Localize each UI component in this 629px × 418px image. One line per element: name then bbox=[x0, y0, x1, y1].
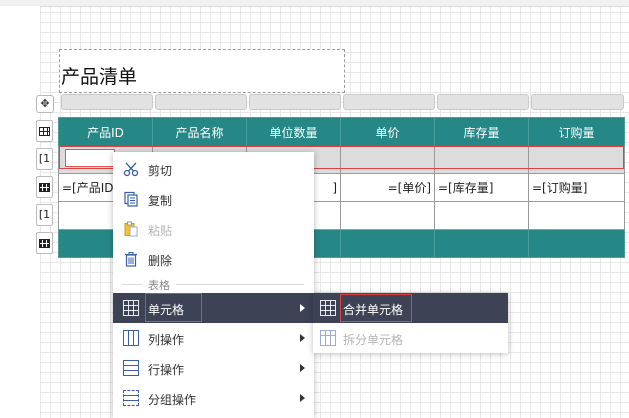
merge-cells-icon bbox=[320, 300, 336, 316]
scissors-icon bbox=[123, 161, 139, 177]
left-gutter bbox=[0, 6, 40, 418]
group-footer-cell[interactable] bbox=[528, 201, 625, 230]
menu-item-label: 列操作 bbox=[148, 333, 185, 347]
menu-separator bbox=[176, 284, 304, 285]
trash-icon bbox=[123, 251, 139, 267]
menu-item-label: 剪切 bbox=[148, 164, 173, 178]
menu-item-label: 复制 bbox=[148, 194, 173, 208]
menu-item-copy[interactable]: 复制 bbox=[113, 184, 314, 214]
detail-cell[interactable]: =[单价] bbox=[340, 173, 435, 202]
menu-item-paste[interactable]: 粘贴 bbox=[113, 214, 314, 244]
menu-item-row-ops[interactable]: 行操作 bbox=[113, 353, 314, 383]
copy-icon bbox=[123, 191, 139, 207]
cell-grid-icon bbox=[123, 300, 139, 316]
paste-icon bbox=[123, 221, 139, 237]
menu-item-cut[interactable]: 剪切 bbox=[113, 154, 314, 184]
submenu-arrow-icon bbox=[300, 334, 305, 342]
submenu-arrow-icon bbox=[300, 394, 305, 402]
group-cell[interactable] bbox=[340, 146, 435, 174]
submenu-item-split-cells[interactable]: 拆分单元格 bbox=[313, 323, 508, 353]
split-cells-icon bbox=[320, 330, 336, 346]
footer-cell[interactable] bbox=[434, 229, 529, 258]
group-footer-cell[interactable] bbox=[340, 201, 435, 230]
table-header-row: 产品ID 产品名称 单位数量 单价 库存量 订购量 bbox=[58, 117, 625, 147]
detail-cell[interactable]: =[库存量] bbox=[434, 173, 529, 202]
menu-section-label: 表格 bbox=[148, 279, 170, 292]
footer-cell[interactable] bbox=[340, 229, 435, 258]
cell-submenu: 合并单元格 拆分单元格 bbox=[313, 293, 508, 353]
menu-item-group-ops[interactable]: 分组操作 bbox=[113, 383, 314, 413]
group-footer-cell[interactable] bbox=[434, 201, 529, 230]
group-cell[interactable] bbox=[434, 146, 529, 174]
header-cell[interactable]: 订购量 bbox=[528, 117, 625, 147]
table-header-icon bbox=[39, 127, 50, 136]
detail-cell[interactable]: =[订购量] bbox=[528, 173, 625, 202]
menu-item-label: 单元格 bbox=[148, 303, 185, 317]
column-handle-5[interactable] bbox=[437, 94, 529, 110]
row-handle-footer[interactable] bbox=[36, 232, 53, 254]
header-cell[interactable]: 产品ID bbox=[58, 117, 153, 147]
table-detail-icon bbox=[39, 183, 50, 192]
context-menu: 剪切 复制 粘贴 删除 表格 单元格 列操作 行操作 分组操作 bbox=[113, 152, 314, 418]
footer-cell[interactable] bbox=[528, 229, 625, 258]
table-footer-icon bbox=[39, 239, 50, 248]
submenu-item-merge-cells[interactable]: 合并单元格 bbox=[313, 293, 508, 323]
table-move-icon[interactable]: ✥ bbox=[36, 95, 54, 113]
columns-icon bbox=[123, 330, 139, 346]
menu-separator bbox=[122, 284, 142, 285]
group-cell[interactable] bbox=[528, 146, 625, 174]
column-handle-4[interactable] bbox=[343, 94, 435, 110]
submenu-arrow-icon bbox=[300, 364, 305, 372]
rows-icon bbox=[123, 360, 139, 376]
menu-item-label: 行操作 bbox=[148, 363, 185, 377]
menu-item-delete[interactable]: 删除 bbox=[113, 244, 314, 274]
column-handle-6[interactable] bbox=[531, 94, 624, 110]
column-handle-1[interactable] bbox=[61, 94, 153, 110]
row-handle-header[interactable] bbox=[36, 120, 53, 142]
header-cell[interactable]: 单位数量 bbox=[246, 117, 341, 147]
menu-item-column-ops[interactable]: 列操作 bbox=[113, 323, 314, 353]
submenu-item-label: 拆分单元格 bbox=[343, 333, 404, 347]
report-title: 产品清单 bbox=[61, 66, 138, 88]
group-icon bbox=[123, 390, 139, 406]
header-cell[interactable]: 单价 bbox=[340, 117, 435, 147]
column-handle-2[interactable] bbox=[155, 94, 247, 110]
menu-item-label: 分组操作 bbox=[148, 393, 197, 407]
top-toolbar-strip bbox=[0, 0, 629, 7]
row-handle-group[interactable]: [1 bbox=[36, 148, 53, 170]
row-handle-detail[interactable] bbox=[36, 176, 53, 198]
submenu-item-label: 合并单元格 bbox=[343, 303, 404, 317]
menu-item-label: 粘贴 bbox=[148, 224, 173, 238]
menu-item-label: 删除 bbox=[148, 254, 173, 268]
menu-item-cell[interactable]: 单元格 bbox=[113, 293, 314, 323]
submenu-arrow-icon bbox=[300, 304, 305, 312]
column-handle-3[interactable] bbox=[249, 94, 341, 110]
header-cell[interactable]: 库存量 bbox=[434, 117, 529, 147]
row-handle-group-footer[interactable]: [1 bbox=[36, 204, 53, 226]
header-cell[interactable]: 产品名称 bbox=[152, 117, 247, 147]
